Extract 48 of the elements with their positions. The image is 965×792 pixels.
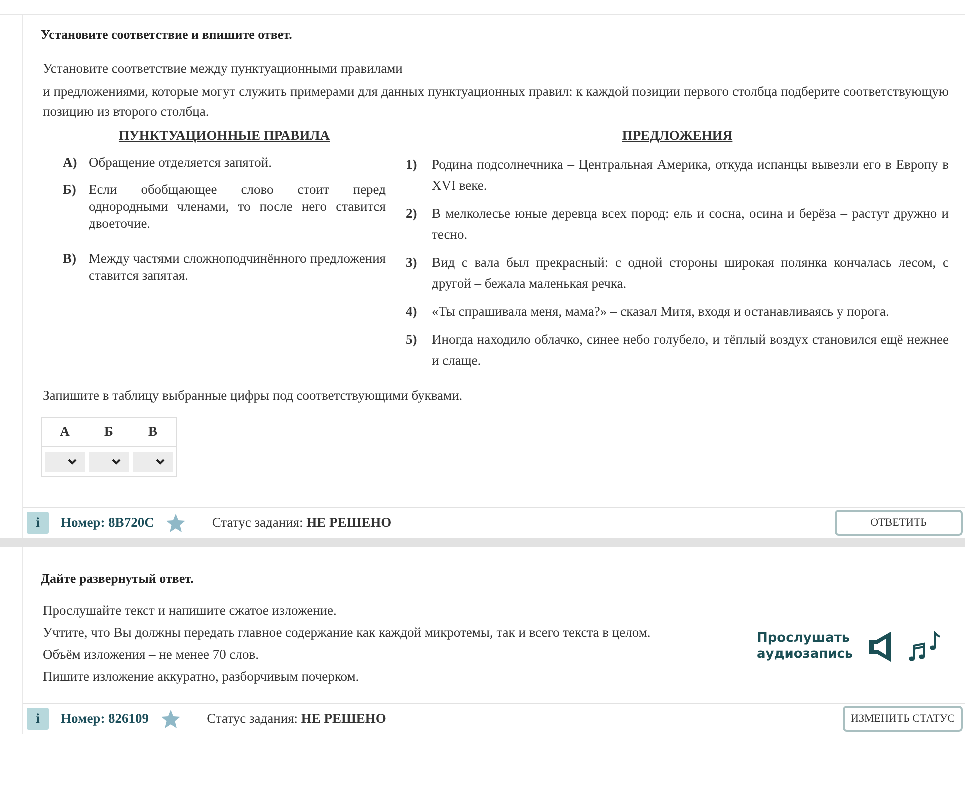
column-header: А bbox=[59, 424, 71, 440]
task-heading: Установите соответствие и впишите ответ. bbox=[41, 27, 294, 43]
task-text: Учтите, что Вы должны передать главное содержание как каждой микротемы, так и всего текста в целом. bbox=[42, 624, 652, 642]
audio-link[interactable]: Прослушать аудиозапись bbox=[757, 631, 857, 663]
star-icon[interactable] bbox=[161, 710, 182, 728]
action-button[interactable]: ОТВЕТИТЬ bbox=[834, 510, 963, 536]
chevron-down-icon bbox=[112, 459, 121, 465]
column-title: ПУНКТУАЦИОННЫЕ ПРАВИЛА bbox=[118, 128, 331, 144]
chevron-down-icon bbox=[156, 459, 165, 465]
item-marker: В) bbox=[63, 250, 78, 268]
task-text: Установите соответствие между пунктуационными правилами bbox=[42, 60, 404, 78]
rule-text: Если обобщающее слово стоит перед однородными членами, то после него ставится двоеточие. bbox=[89, 181, 386, 232]
action-button[interactable]: ИЗМЕНИТЬ СТАТУС bbox=[843, 706, 963, 732]
item-marker: 5) bbox=[406, 331, 418, 349]
task-number: Номер: 826109 bbox=[61, 711, 150, 727]
item-marker: 1) bbox=[406, 156, 418, 174]
answer-select[interactable] bbox=[133, 452, 173, 472]
answer-select[interactable] bbox=[89, 452, 129, 472]
sentence-text: «Ты спрашивала меня, мама?» – сказал Митя, входя и останавливаясь у порога. bbox=[432, 303, 890, 321]
task-status: Статус задания: НЕ РЕШЕНО bbox=[212, 515, 392, 531]
star-icon[interactable] bbox=[166, 514, 186, 532]
task-heading: Дайте развернутый ответ. bbox=[41, 571, 195, 587]
item-marker: 2) bbox=[406, 205, 418, 223]
rule-text: Обращение отделяется запятой. bbox=[89, 154, 273, 171]
task-number: Номер: 8B720C bbox=[61, 515, 154, 531]
item-marker: 3) bbox=[406, 254, 418, 272]
task-text: Запишите в таблицу выбранные цифры под соответствующими буквами. bbox=[42, 387, 464, 405]
info-button[interactable]: i bbox=[27, 512, 49, 534]
answer-select[interactable] bbox=[45, 452, 85, 472]
item-marker: 4) bbox=[406, 303, 418, 321]
sentence-text: Вид с вала был прекрасный: с одной стороны широкая полянка кончалась лесом, с другой – бежала маленькая речка. bbox=[432, 254, 949, 293]
task-text: и предложениями, которые могут служить примерами для данных пунктуационных правил: к каждой позиции первого столбца подберите соответствующую позицию из второго столбца. bbox=[42, 83, 949, 121]
task-text: Объём изложения – не менее 70 слов. bbox=[42, 646, 260, 664]
sentence-text: Иногда находило облачко, синее небо голубело, и тёплый воздух становился ещё нежнее и слаще. bbox=[432, 331, 949, 370]
item-marker: А) bbox=[63, 154, 78, 171]
info-button[interactable]: i bbox=[27, 708, 49, 730]
rule-text: Между частями сложноподчинённого предложения ставится запятая. bbox=[89, 250, 386, 284]
task-status: Статус задания: НЕ РЕШЕНО bbox=[207, 711, 386, 727]
column-header: В bbox=[147, 424, 158, 440]
column-title: ПРЕДЛОЖЕНИЯ bbox=[621, 128, 734, 144]
sentence-text: Родина подсолнечника – Центральная Америка, откуда испанцы вывезли его в Европу в XVI веке. bbox=[432, 156, 949, 195]
column-header: Б bbox=[104, 424, 114, 440]
task-text: Прослушайте текст и напишите сжатое изложение. bbox=[42, 602, 338, 620]
sentence-text: В мелколесье юные деревца всех пород: ель и сосна, осина и берёза – растут дружно и тесно. bbox=[432, 205, 949, 244]
chevron-down-icon bbox=[68, 459, 77, 465]
music-notes-icon bbox=[907, 630, 941, 664]
task-text: Пишите изложение аккуратно, разборчивым почерком. bbox=[42, 668, 360, 686]
item-marker: Б) bbox=[63, 181, 78, 199]
